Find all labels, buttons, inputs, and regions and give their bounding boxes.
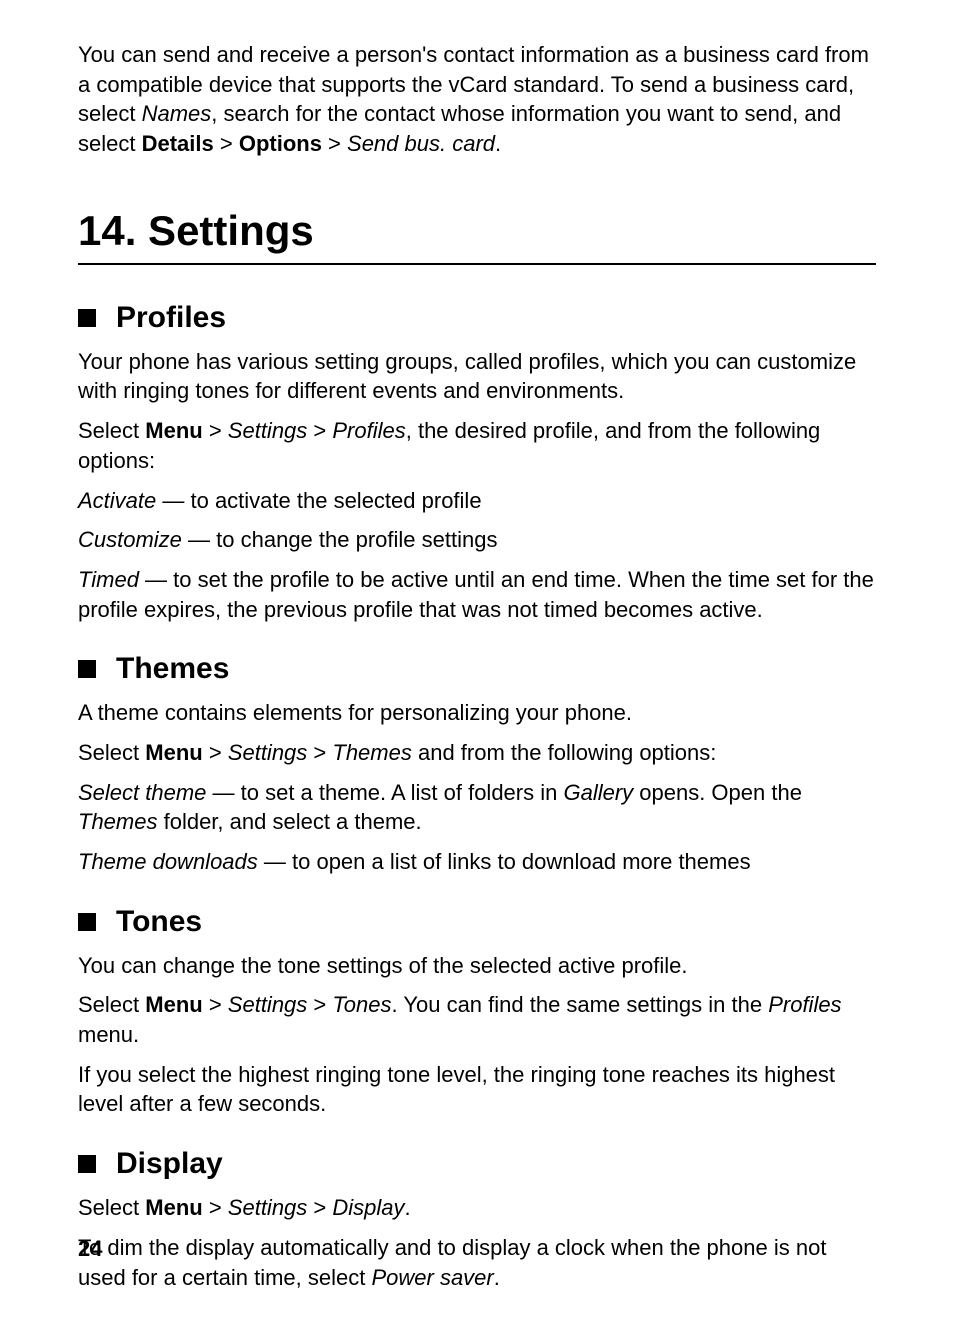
display-heading-text: Display: [116, 1147, 223, 1181]
profiles-p1: Your phone has various setting groups, c…: [78, 347, 876, 406]
themes-downloads: Theme downloads — to open a list of link…: [78, 847, 876, 877]
chapter-heading: 14. Settings: [78, 207, 876, 265]
square-bullet-icon: [78, 309, 96, 327]
themes-p2-settings: Settings: [228, 740, 308, 765]
intro-send-bus-card: Send bus. card: [347, 131, 495, 156]
themes-p2-themes: Themes: [332, 740, 411, 765]
profiles-p2-gt1: >: [203, 418, 228, 443]
tones-p2-rest2: menu.: [78, 1022, 139, 1047]
select-theme-text1: — to set a theme. A list of folders in: [206, 780, 563, 805]
square-bullet-icon: [78, 1155, 96, 1173]
display-p1-display: Display: [332, 1195, 404, 1220]
square-bullet-icon: [78, 660, 96, 678]
select-theme-label: Select theme: [78, 780, 206, 805]
tones-p3: If you select the highest ringing tone l…: [78, 1060, 876, 1119]
select-theme-text2: opens. Open the: [633, 780, 802, 805]
tones-p2-select: Select: [78, 992, 145, 1017]
profiles-p2: Select Menu > Settings > Profiles, the d…: [78, 416, 876, 475]
customize-label: Customize: [78, 527, 182, 552]
display-section: Display Select Menu > Settings > Display…: [78, 1147, 876, 1292]
themes-p2-rest: and from the following options:: [412, 740, 717, 765]
intro-options: Options: [239, 131, 322, 156]
themes-p2-gt1: >: [203, 740, 228, 765]
tones-p2-rest1: . You can find the same settings in the: [392, 992, 769, 1017]
themes-select-theme: Select theme — to set a theme. A list of…: [78, 778, 876, 837]
profiles-customize: Customize — to change the profile settin…: [78, 525, 876, 555]
theme-downloads-label: Theme downloads: [78, 849, 258, 874]
display-p1-period: .: [405, 1195, 411, 1220]
profiles-timed: Timed — to set the profile to be active …: [78, 565, 876, 624]
display-p1-select: Select: [78, 1195, 145, 1220]
profiles-p2-menu: Menu: [145, 418, 202, 443]
tones-p2-profiles: Profiles: [768, 992, 841, 1017]
display-p2-period: .: [494, 1265, 500, 1290]
themes-section: Themes A theme contains elements for per…: [78, 652, 876, 876]
profiles-p2-settings: Settings: [228, 418, 308, 443]
display-p2: To dim the display automatically and to …: [78, 1233, 876, 1292]
tones-p1: You can change the tone settings of the …: [78, 951, 876, 981]
gallery-label: Gallery: [563, 780, 633, 805]
display-p1-gt1: >: [203, 1195, 228, 1220]
display-p1-menu: Menu: [145, 1195, 202, 1220]
profiles-heading-text: Profiles: [116, 301, 226, 335]
profiles-activate: Activate — to activate the selected prof…: [78, 486, 876, 516]
tones-heading: Tones: [78, 905, 876, 939]
tones-heading-text: Tones: [116, 905, 202, 939]
tones-section: Tones You can change the tone settings o…: [78, 905, 876, 1119]
themes-p2-menu: Menu: [145, 740, 202, 765]
intro-details: Details: [142, 131, 214, 156]
themes-folder-label: Themes: [78, 809, 157, 834]
tones-p2-settings: Settings: [228, 992, 308, 1017]
power-saver-label: Power saver: [371, 1265, 493, 1290]
display-p1-settings: Settings: [228, 1195, 308, 1220]
intro-period: .: [495, 131, 501, 156]
display-p1: Select Menu > Settings > Display.: [78, 1193, 876, 1223]
select-theme-text3: folder, and select a theme.: [157, 809, 421, 834]
profiles-p2-gt2: >: [307, 418, 332, 443]
profiles-section: Profiles Your phone has various setting …: [78, 301, 876, 625]
customize-text: — to change the profile settings: [182, 527, 498, 552]
profiles-p2-select: Select: [78, 418, 145, 443]
tones-p2-tones: Tones: [332, 992, 391, 1017]
tones-p2-gt1: >: [203, 992, 228, 1017]
tones-p2-menu: Menu: [145, 992, 202, 1017]
timed-label: Timed: [78, 567, 139, 592]
intro-gt1: >: [214, 131, 239, 156]
page-number: 24: [78, 1236, 102, 1262]
theme-downloads-text: — to open a list of links to download mo…: [258, 849, 751, 874]
profiles-p2-profiles: Profiles: [332, 418, 405, 443]
tones-p2: Select Menu > Settings > Tones. You can …: [78, 990, 876, 1049]
themes-p2: Select Menu > Settings > Themes and from…: [78, 738, 876, 768]
display-p1-gt2: >: [307, 1195, 332, 1220]
intro-names: Names: [142, 101, 212, 126]
tones-p2-gt2: >: [307, 992, 332, 1017]
themes-p2-gt2: >: [307, 740, 332, 765]
square-bullet-icon: [78, 913, 96, 931]
themes-p2-select: Select: [78, 740, 145, 765]
themes-heading-text: Themes: [116, 652, 229, 686]
activate-label: Activate: [78, 488, 156, 513]
themes-p1: A theme contains elements for personaliz…: [78, 698, 876, 728]
timed-text: — to set the profile to be active until …: [78, 567, 874, 622]
display-heading: Display: [78, 1147, 876, 1181]
themes-heading: Themes: [78, 652, 876, 686]
intro-gt2: >: [322, 131, 347, 156]
intro-paragraph: You can send and receive a person's cont…: [78, 40, 876, 159]
profiles-heading: Profiles: [78, 301, 876, 335]
activate-text: — to activate the selected profile: [156, 488, 481, 513]
